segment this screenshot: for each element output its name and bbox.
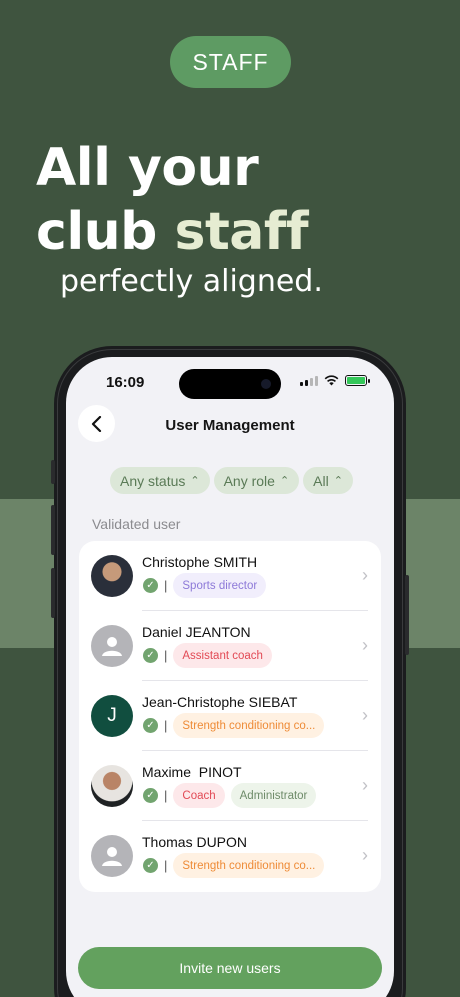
user-row[interactable]: Daniel JEANTON ✓ | Assistant coach › — [79, 611, 381, 681]
check-icon: ✓ — [143, 648, 158, 663]
check-icon: ✓ — [143, 718, 158, 733]
separator: | — [164, 648, 168, 663]
separator: | — [164, 788, 168, 803]
avatar-placeholder-icon — [91, 625, 133, 667]
avatar-placeholder-icon — [91, 835, 133, 877]
headline-line2: club staff — [36, 200, 309, 264]
user-name: Jean-Christophe SIEBAT — [142, 694, 298, 710]
dynamic-island — [179, 369, 281, 399]
chevron-right-icon: › — [362, 635, 368, 655]
filter-bar: Any status ⌃ Any role ⌃ All ⌃ — [110, 467, 353, 494]
signal-icon — [300, 375, 318, 386]
separator: | — [164, 858, 168, 873]
staff-badge: STAFF — [170, 36, 291, 88]
page-title: User Management — [165, 417, 295, 434]
chevron-right-icon: › — [362, 705, 368, 725]
user-meta: ✓ | Sports director — [143, 573, 267, 598]
filter-role-label: Any role — [223, 472, 275, 489]
role-tag: Strength conditioning co... — [173, 853, 325, 878]
phone-volume-down — [51, 568, 55, 618]
subheadline: perfectly aligned. — [60, 264, 323, 299]
filter-status-label: Any status — [120, 472, 186, 489]
status-icons — [300, 375, 370, 386]
filter-all-label: All — [313, 472, 329, 489]
battery-icon — [345, 375, 370, 386]
chevron-right-icon: › — [362, 845, 368, 865]
filter-role[interactable]: Any role ⌃ — [213, 467, 300, 494]
check-icon: ✓ — [143, 578, 158, 593]
headline-line1: All your — [36, 138, 259, 198]
filter-all[interactable]: All ⌃ — [303, 467, 353, 494]
role-tag: Strength conditioning co... — [173, 713, 325, 738]
chevron-updown-icon: ⌃ — [333, 475, 343, 487]
check-icon: ✓ — [143, 788, 158, 803]
chevron-updown-icon: ⌃ — [279, 475, 290, 487]
headline-line2-prefix: club — [36, 202, 175, 262]
user-name: Maxime PINOT — [142, 764, 242, 780]
separator: | — [164, 718, 168, 733]
check-icon: ✓ — [143, 858, 158, 873]
user-meta: ✓ | Assistant coach — [143, 643, 272, 668]
chevron-right-icon: › — [362, 775, 368, 795]
chevron-right-icon: › — [362, 565, 368, 585]
user-meta: ✓ | Coach Administrator — [143, 783, 317, 808]
user-meta: ✓ | Strength conditioning co... — [143, 713, 325, 738]
phone-volume-up — [51, 505, 55, 555]
user-row[interactable]: Christophe SMITH ✓ | Sports director › — [79, 541, 381, 611]
separator: | — [164, 578, 168, 593]
role-tag: Assistant coach — [173, 643, 272, 668]
filter-status[interactable]: Any status ⌃ — [110, 467, 210, 494]
chevron-updown-icon: ⌃ — [190, 475, 200, 487]
user-meta: ✓ | Strength conditioning co... — [143, 853, 325, 878]
user-name: Thomas DUPON — [142, 834, 248, 850]
avatar — [91, 555, 133, 597]
user-list: Christophe SMITH ✓ | Sports director › D… — [79, 541, 381, 892]
wifi-icon — [324, 375, 339, 386]
user-name: Christophe SMITH — [142, 554, 258, 570]
role-tag: Sports director — [173, 573, 267, 598]
section-label: Validated user — [92, 516, 181, 532]
user-row[interactable]: J Jean-Christophe SIEBAT ✓ | Strength co… — [79, 681, 381, 751]
role-tag: Administrator — [230, 783, 317, 808]
avatar — [91, 765, 133, 807]
invite-users-button[interactable]: Invite new users — [78, 947, 382, 989]
avatar-initial: J — [91, 695, 133, 737]
phone-screen: 16:09 User Management Any status ⌃ Any r… — [66, 357, 394, 997]
user-row[interactable]: Thomas DUPON ✓ | Strength conditioning c… — [79, 821, 381, 891]
headline-accent: staff — [174, 202, 309, 262]
phone-power-button — [405, 575, 409, 655]
phone-mute-switch — [51, 460, 55, 484]
user-name: Daniel JEANTON — [142, 624, 251, 640]
role-tag: Coach — [173, 783, 225, 808]
user-row[interactable]: Maxime PINOT ✓ | Coach Administrator › — [79, 751, 381, 821]
headline: All your club staff — [36, 136, 309, 264]
status-time: 16:09 — [106, 374, 145, 391]
